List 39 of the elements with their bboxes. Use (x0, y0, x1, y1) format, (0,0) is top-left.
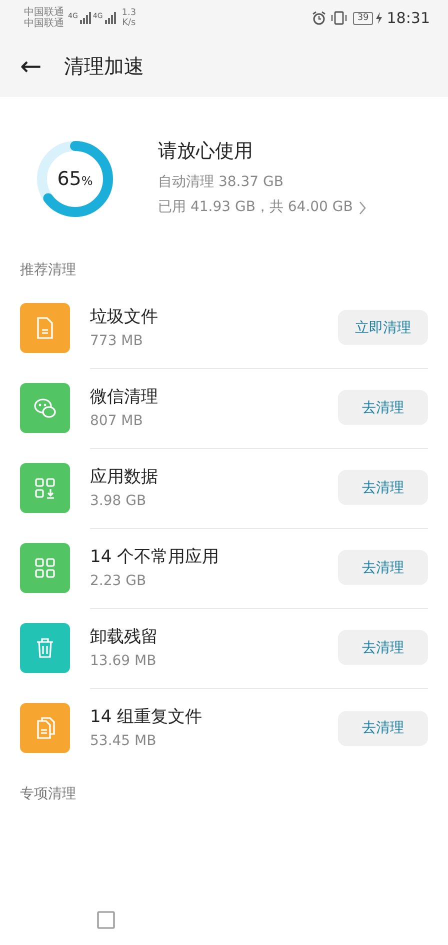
status-headline: 请放心使用 (158, 139, 254, 164)
signal-icon (80, 12, 91, 24)
item-size: 807 MB (90, 412, 144, 430)
recent-apps-icon[interactable] (97, 911, 115, 929)
auto-clean-size: 自动清理 38.37 GB (158, 173, 284, 192)
carrier-name: 中国联通 (24, 18, 64, 29)
clock-time: 18:31 (386, 9, 430, 27)
network-speed: K/s (122, 18, 136, 28)
section-heading: 推荐清理 (19, 261, 77, 280)
carrier-name: 中国联通 (24, 7, 64, 18)
item-name: 应用数据 (90, 466, 159, 488)
network-speed: 1.3 (122, 8, 136, 18)
item-size: 773 MB (90, 332, 144, 350)
clean-button[interactable]: 去清理 (338, 710, 428, 746)
item-size: 13.69 MB (90, 652, 158, 670)
clean-button[interactable]: 去清理 (338, 550, 428, 585)
chevron-icon (358, 200, 367, 214)
item-name: 14 组重复文件 (90, 706, 204, 729)
usage-percent: 65% (57, 168, 93, 190)
charging-icon (374, 12, 383, 24)
item-name: 卸载残留 (90, 626, 159, 648)
section-heading: 专项清理 (19, 785, 77, 804)
item-name: 微信清理 (90, 386, 159, 408)
item-size: 3.98 GB (90, 492, 148, 510)
item-size: 2.23 GB (90, 572, 148, 590)
item-name: 14 个不常用应用 (90, 546, 220, 568)
storage-usage-link[interactable]: 已用 41.93 GB，共 64.00 GB (158, 195, 367, 220)
item-size: 53.45 MB (90, 732, 158, 751)
page-title: 清理加速 (64, 53, 144, 80)
clean-button[interactable]: 去清理 (338, 630, 428, 665)
signal-icon (104, 12, 116, 24)
back-button[interactable]: ← (16, 52, 46, 82)
item-name: 垃圾文件 (90, 306, 159, 328)
alarm-icon (312, 11, 326, 25)
clean-button[interactable]: 去清理 (338, 390, 428, 425)
clean-button[interactable]: 去清理 (338, 470, 428, 505)
battery-level: 39 (353, 12, 373, 24)
vibrate-icon (331, 11, 348, 25)
clean-button[interactable]: 立即清理 (338, 310, 428, 345)
